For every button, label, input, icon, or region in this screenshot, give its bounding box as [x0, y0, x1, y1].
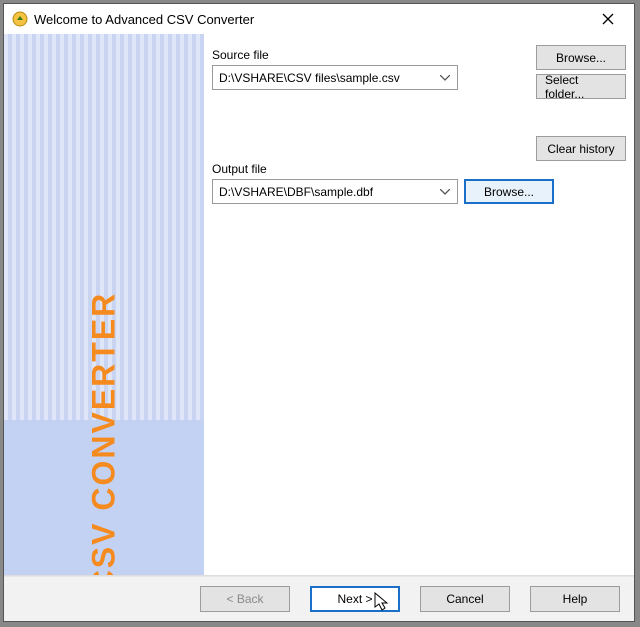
output-file-label: Output file [212, 162, 626, 176]
chevron-down-icon[interactable] [437, 68, 453, 88]
window-title: Welcome to Advanced CSV Converter [34, 12, 588, 27]
output-file-value: D:\VSHARE\DBF\sample.dbf [219, 185, 373, 199]
source-file-combo[interactable]: D:\VSHARE\CSV files\sample.csv [212, 65, 458, 90]
titlebar: Welcome to Advanced CSV Converter [4, 4, 634, 34]
help-button[interactable]: Help [530, 586, 620, 612]
content-panel: Source file D:\VSHARE\CSV files\sample.c… [204, 34, 634, 575]
back-button: < Back [200, 586, 290, 612]
close-button[interactable] [588, 6, 628, 32]
sidebar-title: CSV CONVERTER [86, 292, 123, 576]
clear-history-button[interactable]: Clear history [536, 136, 626, 161]
source-file-value: D:\VSHARE\CSV files\sample.csv [219, 71, 400, 85]
sidebar-banner: CSV CONVERTER [4, 34, 204, 575]
source-buttons-stack: Browse... Select folder... [536, 70, 626, 99]
browse-output-button[interactable]: Browse... [464, 179, 554, 204]
next-button[interactable]: Next > [310, 586, 400, 612]
cancel-button[interactable]: Cancel [420, 586, 510, 612]
wizard-footer: < Back Next > Cancel Help [4, 576, 634, 621]
app-icon [12, 11, 28, 27]
wizard-body: CSV CONVERTER Source file D:\VSHARE\CSV … [4, 34, 634, 576]
select-folder-button[interactable]: Select folder... [536, 74, 626, 99]
wizard-window: Welcome to Advanced CSV Converter CSV CO… [3, 3, 635, 622]
browse-source-button[interactable]: Browse... [536, 45, 626, 70]
chevron-down-icon[interactable] [437, 182, 453, 202]
output-file-combo[interactable]: D:\VSHARE\DBF\sample.dbf [212, 179, 458, 204]
